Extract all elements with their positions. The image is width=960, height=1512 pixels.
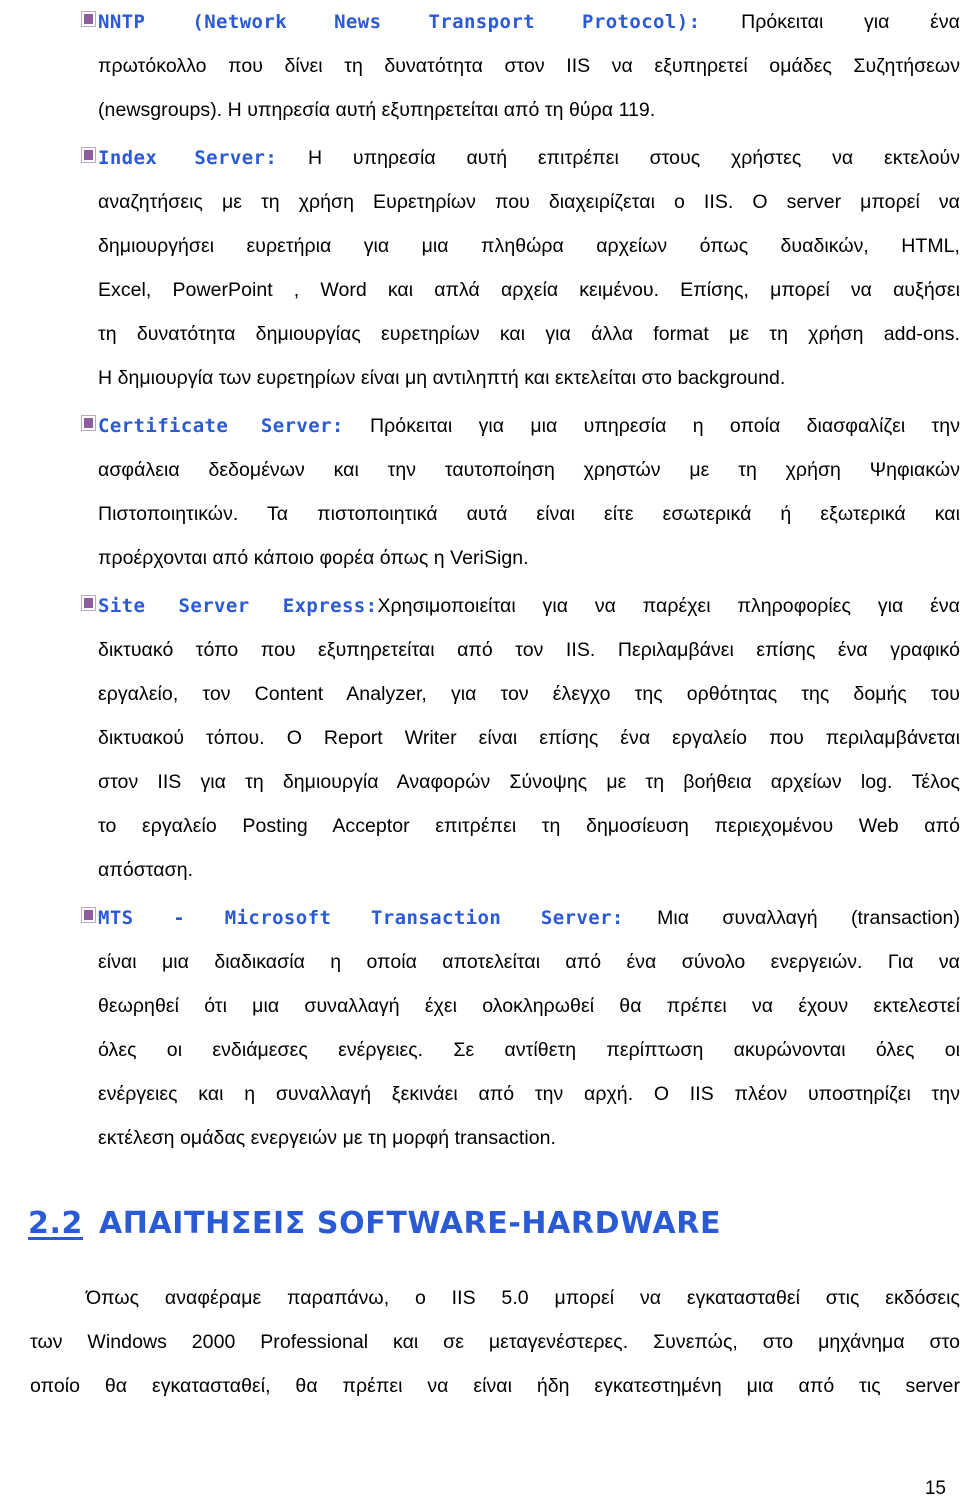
bullet-line: θεωρηθεί ότι μια συναλλαγή έχει ολοκληρω… — [98, 995, 960, 1017]
service-name-certificate-server: Certificate Server: — [98, 415, 344, 437]
bullet-line: τη δυνατότητα δημιουργίας ευρετηρίων και… — [98, 323, 960, 345]
bullet-text: Μια συναλλαγή (transaction) — [657, 907, 960, 929]
bullet-text: Πρόκειται για ένα — [741, 11, 960, 33]
bullet-line: είναι μια διαδικασία η οποία αποτελείται… — [98, 951, 960, 973]
bullet-first-line: Index Server: Η υπηρεσία αυτή επιτρέπει … — [98, 136, 960, 180]
bullet-first-line: Site Server Express:Χρησιμοποιείται για … — [98, 584, 960, 628]
bullet-text: Χρησιμοποιείται για να παρέχει πληροφορί… — [377, 595, 960, 617]
document-page: NNTP (Network News Transport Protocol): … — [0, 0, 960, 1512]
bullet-line: Excel, PowerPoint , Word και απλά αρχεία… — [98, 279, 960, 301]
section-title: ΑΠΑΙΤΗΣΕΙΣ SOFTWARE-HARDWARE — [98, 1206, 722, 1241]
bullet-line: στον IIS για τη δημιουργία Αναφορών Σύνο… — [98, 771, 960, 793]
service-name-mts: MTS - Microsoft Transaction Server: — [98, 907, 624, 929]
list-item: Site Server Express:Χρησιμοποιείται για … — [62, 584, 960, 892]
bullet-line: Πιστοποιητικών. Τα πιστοποιητικά αυτά εί… — [98, 503, 960, 525]
bullet-line: (newsgroups). Η υπηρεσία αυτή εξυπηρετεί… — [98, 99, 656, 121]
bullet-text: Η υπηρεσία αυτή επιτρέπει στους χρήστες … — [308, 147, 960, 169]
bullet-line: εργαλείο, τον Content Analyzer, για τον … — [98, 683, 960, 705]
section-body: Όπως αναφέραμε παραπάνω, ο IIS 5.0 μπορε… — [30, 1276, 960, 1408]
bullet-line: δικτυακό τόπο που εξυπηρετείται από τον … — [98, 639, 960, 661]
bullet-line: ενέργειες και η συναλλαγή ξεκινάει από τ… — [98, 1083, 960, 1105]
purple-square-bullet-icon — [81, 147, 96, 163]
section-heading: 2.2 ΑΠΑΙΤΗΣΕΙΣ SOFTWARE-HARDWARE — [28, 1206, 721, 1241]
service-name-index-server: Index Server: — [98, 147, 278, 169]
bullet-line: δημιουργήσει ευρετήρια για μια πληθώρα α… — [98, 235, 960, 257]
purple-square-bullet-icon — [81, 11, 96, 27]
bullet-first-line: Certificate Server: Πρόκειται για μια υπ… — [98, 404, 960, 448]
bullet-line: πρωτόκολλο που δίνει τη δυνατότητα στον … — [98, 55, 960, 77]
list-item: Certificate Server: Πρόκειται για μια υπ… — [62, 404, 960, 580]
bullet-first-line: MTS - Microsoft Transaction Server: Μια … — [98, 896, 960, 940]
bullet-line: ασφάλεια δεδομένων και την ταυτοποίηση χ… — [98, 459, 960, 481]
page-number: 15 — [924, 1478, 946, 1499]
service-name-site-server-express: Site Server Express: — [98, 595, 378, 617]
list-item: MTS - Microsoft Transaction Server: Μια … — [62, 896, 960, 1160]
purple-square-bullet-icon — [81, 595, 96, 611]
bullet-line: δικτυακού τόπου. Ο Report Writer είναι ε… — [98, 727, 960, 749]
bullet-line: εκτέλεση ομάδας ενεργειών με τη μορφή tr… — [98, 1127, 556, 1149]
section-paragraph-line: Όπως αναφέραμε παραπάνω, ο IIS 5.0 μπορε… — [86, 1287, 960, 1309]
section-paragraph-line: των Windows 2000 Professional και σε μετ… — [30, 1331, 960, 1353]
bullet-line: το εργαλείο Posting Acceptor επιτρέπει τ… — [98, 815, 960, 837]
bullet-text: Πρόκειται για μια υπηρεσία η οποία διασφ… — [370, 415, 960, 437]
bullet-line: αναζητήσεις με τη χρήση Ευρετηρίων που δ… — [98, 191, 960, 213]
purple-square-bullet-icon — [81, 907, 96, 923]
bullet-line: απόσταση. — [98, 859, 194, 881]
bullet-line: Η δημιουργία των ευρετηρίων είναι μη αντ… — [98, 367, 786, 389]
list-item: NNTP (Network News Transport Protocol): … — [62, 0, 960, 132]
purple-square-bullet-icon — [81, 415, 96, 431]
bullet-first-line: NNTP (Network News Transport Protocol): … — [98, 0, 960, 44]
bullet-line: προέρχονται από κάποιο φορέα όπως η Veri… — [98, 547, 529, 569]
section-number: 2.2 — [28, 1206, 83, 1241]
section-paragraph-line: οποίο θα εγκατασταθεί, θα πρέπει να είνα… — [30, 1375, 960, 1397]
service-name-nntp: NNTP (Network News Transport Protocol): — [98, 11, 701, 33]
list-item: Index Server: Η υπηρεσία αυτή επιτρέπει … — [62, 136, 960, 400]
bullet-line: όλες οι ενδιάμεσες ενέργειες. Σε αντίθετ… — [98, 1039, 960, 1061]
bulleted-services-list: NNTP (Network News Transport Protocol): … — [62, 0, 960, 1164]
